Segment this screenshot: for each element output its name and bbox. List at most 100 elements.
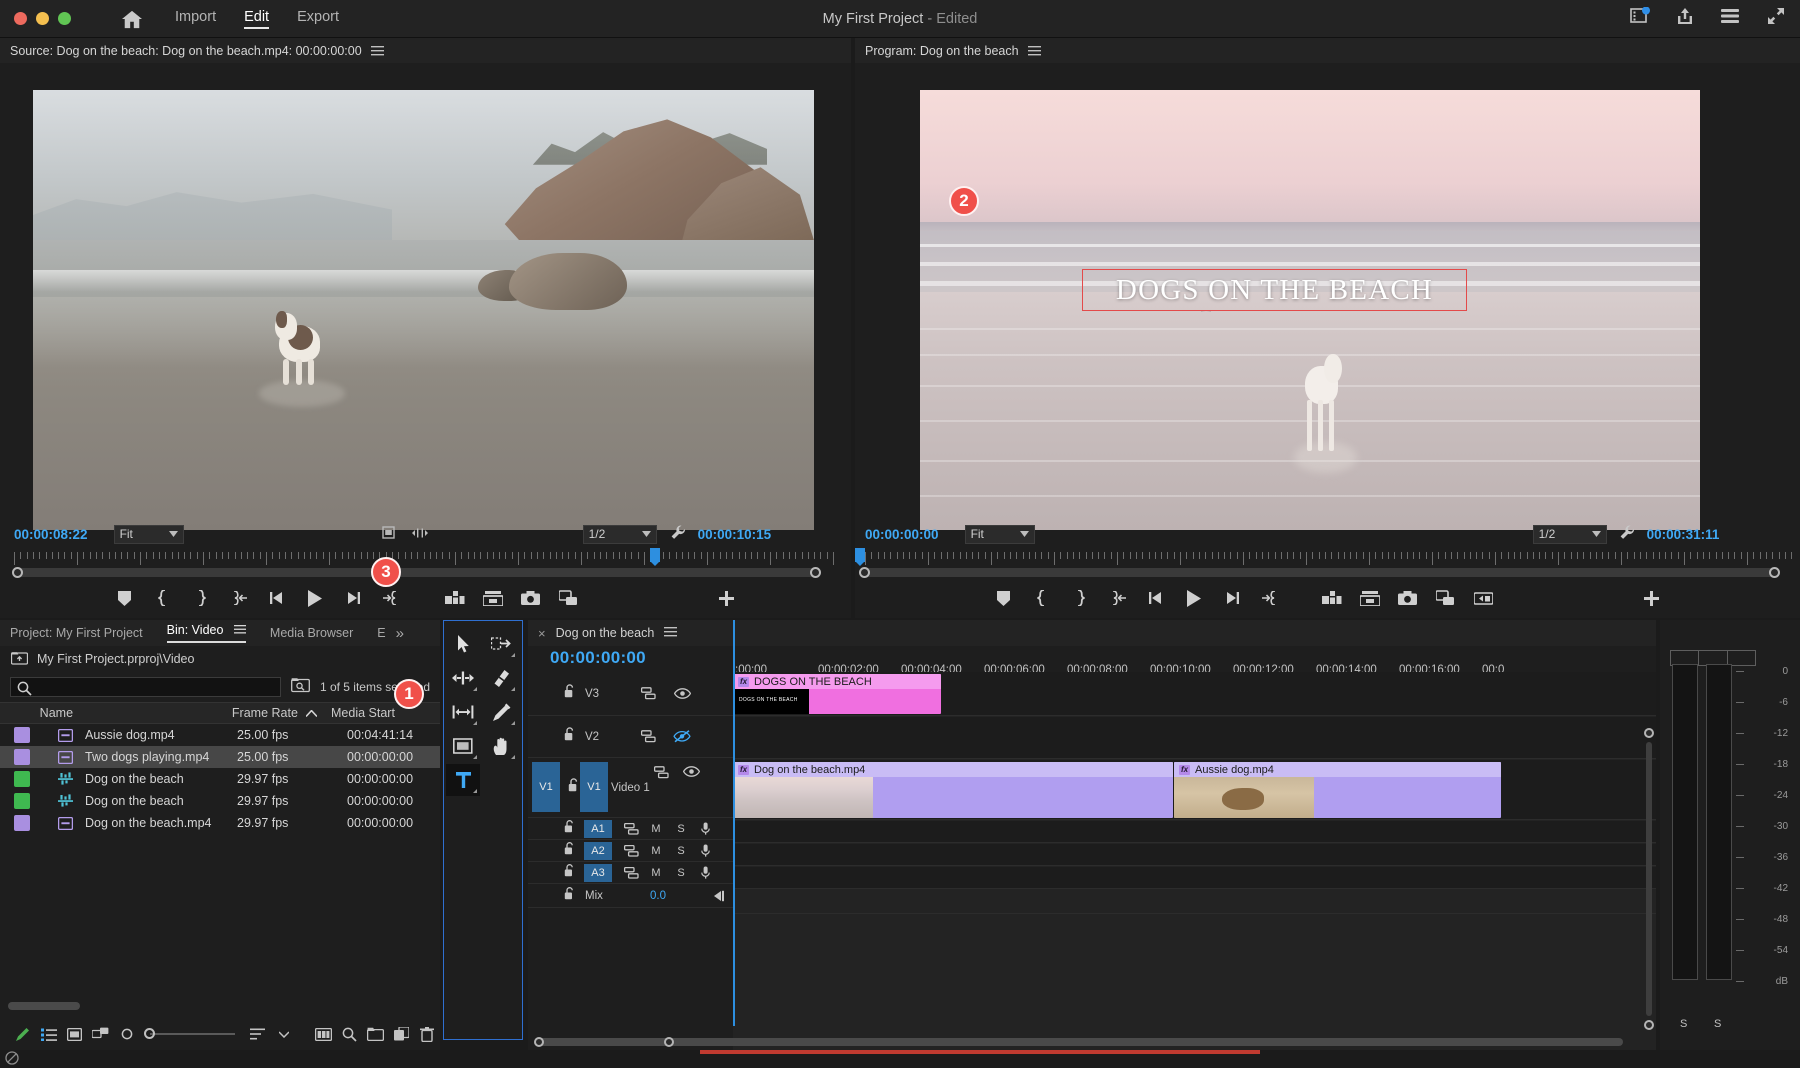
menu-edit[interactable]: Edit xyxy=(244,9,269,29)
comparison-view-button[interactable] xyxy=(1427,584,1465,612)
insert-button[interactable] xyxy=(436,584,474,612)
source-track-indicator-v1[interactable]: V1 xyxy=(532,762,560,812)
source-current-time[interactable]: 00:00:08:22 xyxy=(14,527,88,542)
program-video-preview[interactable]: DOGS ON THE BEACH xyxy=(920,90,1700,530)
go-to-in-button[interactable] xyxy=(220,584,258,612)
program-mark-out-button[interactable] xyxy=(1061,584,1099,612)
pen-tool[interactable] xyxy=(484,696,518,728)
tab-project[interactable]: Project: My First Project xyxy=(10,626,143,640)
timeline-clip-aussie-dog[interactable]: fx Aussie dog.mp4 xyxy=(1174,762,1501,818)
voice-record-a1[interactable] xyxy=(694,822,716,835)
freeform-view-icon[interactable] xyxy=(88,1022,114,1046)
target-track-a2[interactable]: A2 xyxy=(584,842,612,860)
source-time-ruler[interactable] xyxy=(14,552,837,565)
program-panel-menu-icon[interactable] xyxy=(1028,46,1041,56)
rectangle-tool[interactable] xyxy=(446,730,480,762)
lock-icon-v2[interactable] xyxy=(564,727,575,746)
lock-icon-a3[interactable] xyxy=(564,864,575,882)
no-sync-icon[interactable] xyxy=(5,1051,19,1068)
timeline-vscroll-handle-bottom[interactable] xyxy=(1644,1020,1654,1030)
selection-tool[interactable] xyxy=(446,628,480,660)
zoom-slider[interactable] xyxy=(150,1033,235,1035)
track-header-a3[interactable]: A3 M S xyxy=(528,862,733,884)
program-playhead[interactable] xyxy=(855,548,865,562)
track-lane-a3[interactable] xyxy=(733,867,1656,889)
program-scrubber[interactable] xyxy=(855,548,1800,578)
mute-track-a3[interactable]: M xyxy=(646,867,666,879)
target-track-v1[interactable]: V1 xyxy=(580,762,608,812)
minimize-window-button[interactable] xyxy=(36,12,49,25)
source-add-button[interactable] xyxy=(708,584,746,612)
track-lane-mix[interactable] xyxy=(733,890,1656,914)
track-header-a1[interactable]: A1 M S xyxy=(528,818,733,840)
table-row[interactable]: Aussie dog.mp425.00 fps00:04:41:14 xyxy=(0,724,440,746)
menu-import[interactable]: Import xyxy=(175,9,216,29)
step-forward-button[interactable] xyxy=(334,584,372,612)
lock-icon-v3[interactable] xyxy=(564,684,575,703)
find-icon[interactable] xyxy=(336,1022,362,1046)
thumbnails-icon[interactable] xyxy=(310,1022,336,1046)
column-frame-rate[interactable]: Frame Rate xyxy=(232,706,331,720)
program-add-button[interactable] xyxy=(1633,584,1671,612)
timeline-vertical-scrollbar[interactable] xyxy=(1644,728,1654,1030)
icon-view-icon[interactable] xyxy=(62,1022,88,1046)
track-header-a2[interactable]: A2 M S xyxy=(528,840,733,862)
zoom-level-handle[interactable] xyxy=(114,1022,140,1046)
mute-track-a1[interactable]: M xyxy=(646,823,666,835)
source-zoom-handle-left[interactable] xyxy=(12,567,23,578)
program-add-marker-button[interactable] xyxy=(985,584,1023,612)
play-button[interactable] xyxy=(296,584,334,612)
timeline-horizontal-scrollbar[interactable] xyxy=(528,1034,1656,1050)
bin-horizontal-scrollbar[interactable] xyxy=(8,1002,80,1010)
voice-record-a3[interactable] xyxy=(694,866,716,879)
ripple-edit-tool[interactable] xyxy=(446,662,480,694)
timeline-tab[interactable]: × Dog on the beach xyxy=(528,620,1656,646)
mute-track-a2[interactable]: M xyxy=(646,845,666,857)
program-step-forward-button[interactable] xyxy=(1213,584,1251,612)
mark-in-button[interactable] xyxy=(144,584,182,612)
razor-tool[interactable] xyxy=(484,662,518,694)
program-mark-in-button[interactable] xyxy=(1023,584,1061,612)
search-input[interactable] xyxy=(37,680,280,694)
program-transport-buttons[interactable] xyxy=(855,578,1800,618)
program-go-to-out-button[interactable] xyxy=(1251,584,1289,612)
track-header-v2[interactable]: V2 xyxy=(528,716,733,758)
program-zoom-scrollbar[interactable] xyxy=(863,568,1778,577)
track-select-forward-tool[interactable] xyxy=(484,628,518,660)
lift-button[interactable] xyxy=(1313,584,1351,612)
tab-media-browser[interactable]: Media Browser xyxy=(270,626,353,640)
mix-end-icon[interactable] xyxy=(708,890,730,902)
overwrite-button[interactable] xyxy=(474,584,512,612)
timeline-hscroll-handle-right[interactable] xyxy=(664,1037,674,1047)
go-to-out-button[interactable] xyxy=(372,584,410,612)
timeline-clip-dog-on-beach[interactable]: fx Dog on the beach.mp4 xyxy=(733,762,1173,818)
timeline-hscroll-handle-left[interactable] xyxy=(534,1037,544,1047)
program-export-frame-button[interactable] xyxy=(1389,584,1427,612)
main-menu[interactable]: Import Edit Export xyxy=(175,9,339,29)
sync-lock-icon-v2[interactable] xyxy=(637,730,659,743)
source-zoom-handle-right[interactable] xyxy=(810,567,821,578)
timeline-vscroll-handle-top[interactable] xyxy=(1644,728,1654,738)
track-header-v1[interactable]: V1 V1 Video 1 xyxy=(528,758,733,818)
share-icon[interactable] xyxy=(1676,7,1694,31)
timeline-panel-menu-icon[interactable] xyxy=(664,626,677,640)
table-row[interactable]: Dog on the beach29.97 fps00:00:00:00 xyxy=(0,790,440,812)
source-resolution-select[interactable]: 1/2 xyxy=(583,525,657,544)
table-row[interactable]: Two dogs playing.mp425.00 fps00:00:00:00 xyxy=(0,746,440,768)
fullscreen-icon[interactable] xyxy=(1766,6,1786,31)
sync-lock-icon-v1[interactable] xyxy=(650,766,672,779)
zoom-slider-handle[interactable] xyxy=(144,1028,155,1039)
source-transport-buttons[interactable] xyxy=(0,578,851,618)
source-playhead[interactable] xyxy=(650,548,660,562)
solo-track-a3[interactable]: S xyxy=(671,867,691,879)
filter-bin-icon[interactable] xyxy=(291,677,310,698)
menu-export[interactable]: Export xyxy=(297,9,339,29)
track-lane-a2[interactable] xyxy=(733,844,1656,866)
track-lane-a1[interactable] xyxy=(733,821,1656,843)
project-tabs[interactable]: Project: My First Project Bin: Video Med… xyxy=(0,620,440,646)
program-time-ruler[interactable] xyxy=(865,552,1790,565)
table-row[interactable]: Dog on the beach29.97 fps00:00:00:00 xyxy=(0,768,440,790)
type-tool[interactable] xyxy=(446,764,480,796)
new-bin-icon[interactable] xyxy=(362,1022,388,1046)
program-go-to-in-button[interactable] xyxy=(1099,584,1137,612)
